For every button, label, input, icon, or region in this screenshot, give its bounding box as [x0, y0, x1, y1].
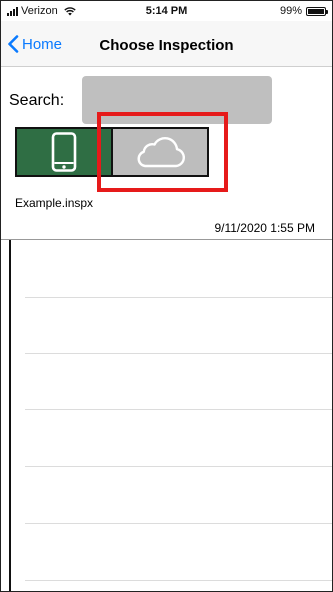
- battery-icon: [306, 6, 328, 16]
- list-item[interactable]: Example.inspx 9/11/2020 1:55 PM: [1, 193, 332, 240]
- search-label: Search:: [9, 92, 65, 109]
- list-separator: [25, 353, 332, 354]
- list-separator: [25, 580, 332, 581]
- list-separator: [25, 466, 332, 467]
- page-title: Choose Inspection: [99, 37, 234, 54]
- app-screen: Verizon 5:14 PM 99% Home Choose Inspecti…: [0, 0, 333, 592]
- status-right: 99%: [279, 5, 328, 17]
- battery-fill: [308, 8, 324, 14]
- empty-list: [9, 240, 332, 591]
- list-separator: [25, 409, 332, 410]
- status-bar: Verizon 5:14 PM 99%: [1, 1, 332, 21]
- navigation-bar: Home Choose Inspection: [1, 21, 332, 67]
- battery-percent: 99%: [279, 5, 302, 17]
- file-name: Example.inspx: [15, 196, 94, 210]
- list-separator: [25, 297, 332, 298]
- file-date: 9/11/2020 1:55 PM: [214, 221, 315, 235]
- list-separator: [25, 523, 332, 524]
- highlight-box: [97, 112, 228, 192]
- phone-icon: [51, 132, 77, 172]
